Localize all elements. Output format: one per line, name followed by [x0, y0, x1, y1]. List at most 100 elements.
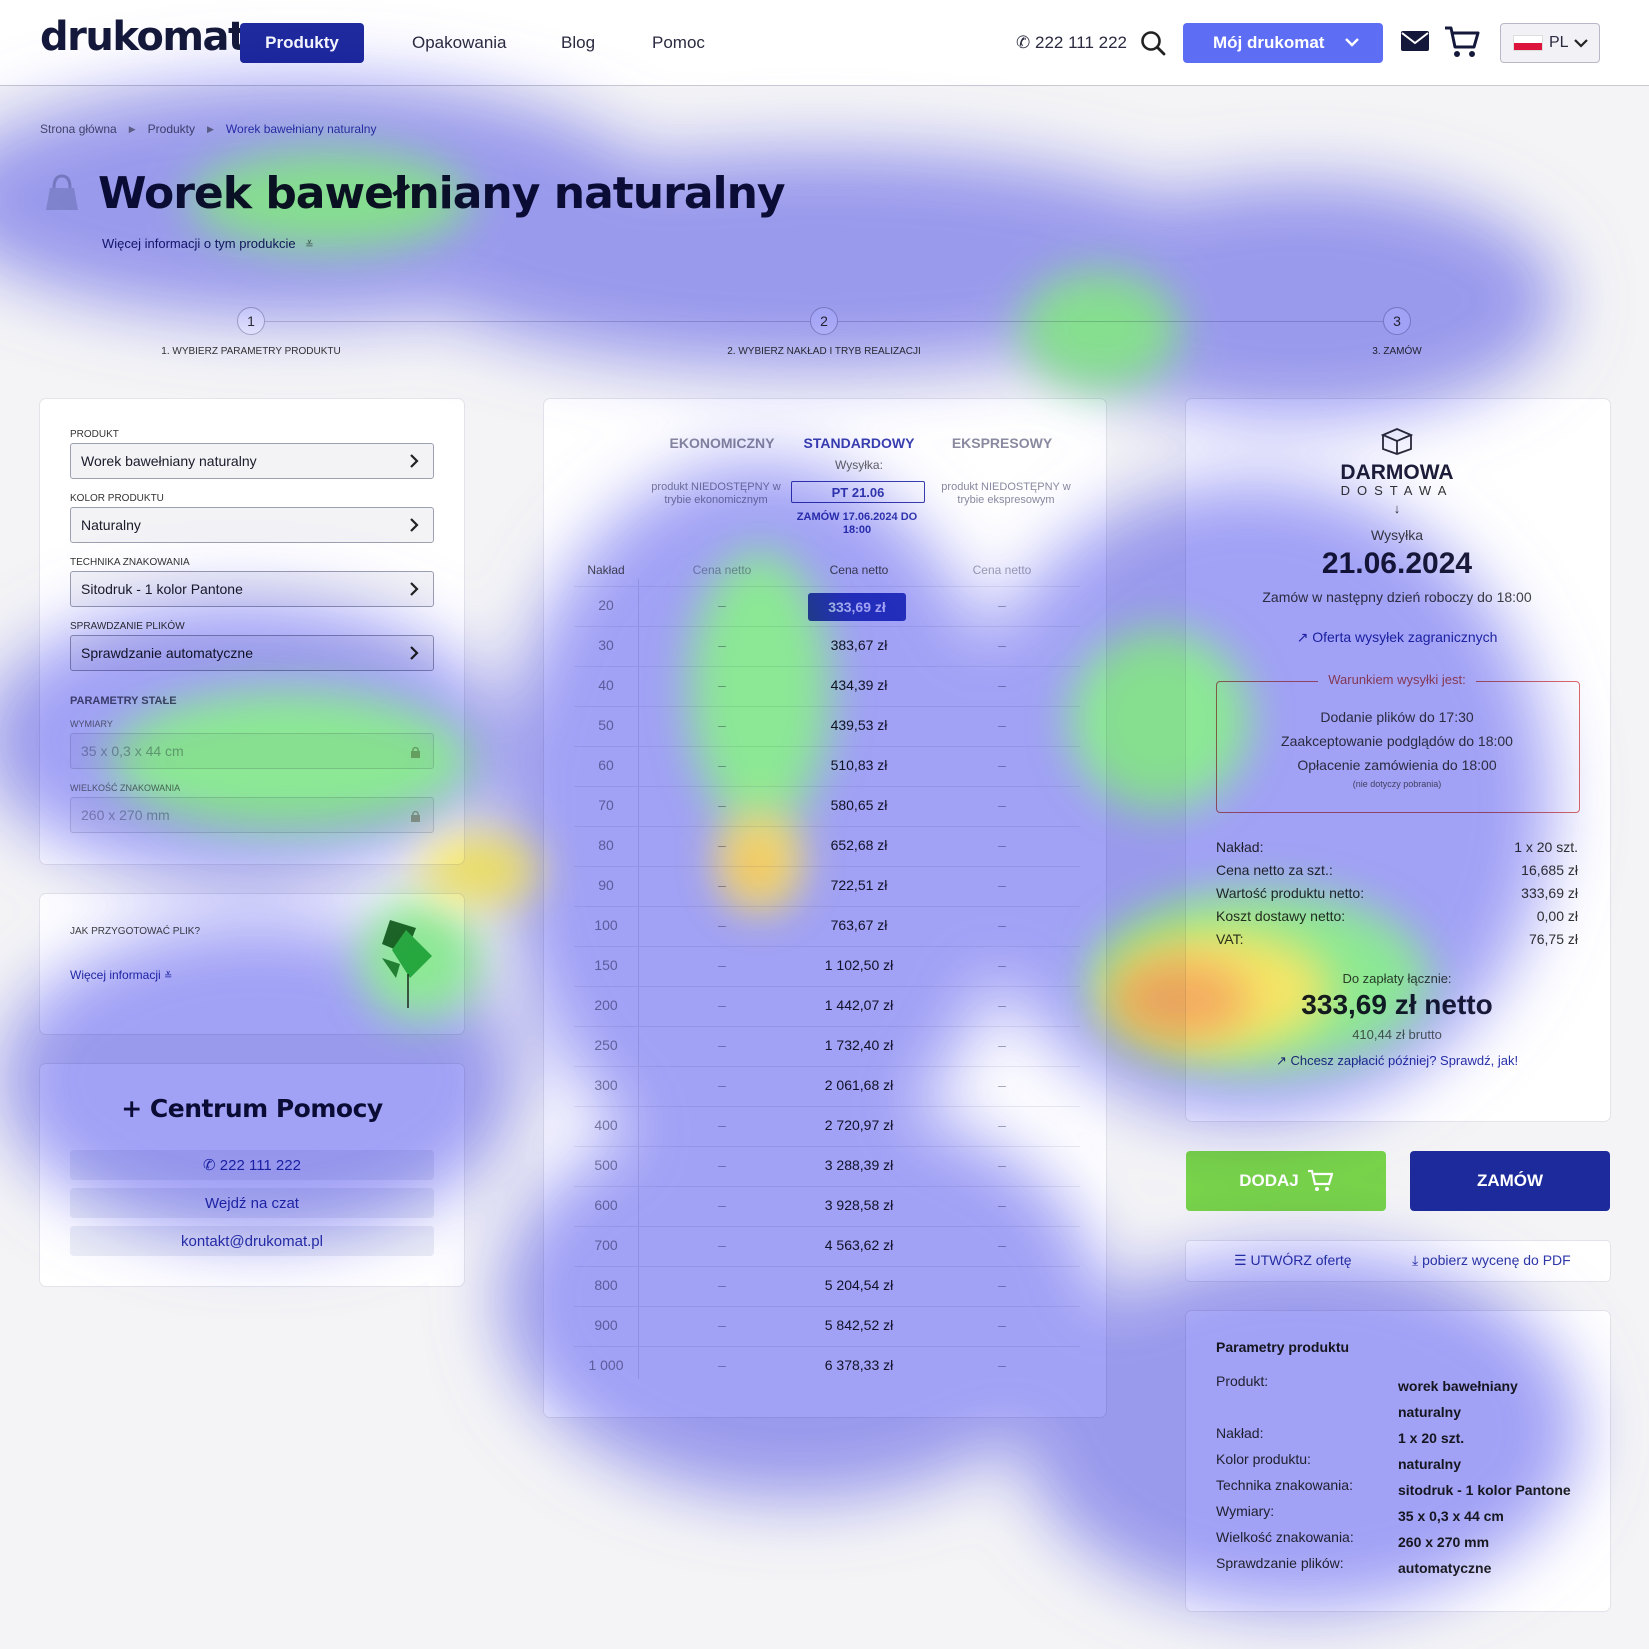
file-prep-question: JAK PRZYGOTOWAĆ PLIK?: [70, 926, 201, 937]
nav-produkty-button[interactable]: Produkty: [240, 23, 364, 63]
summary-key: Wartość produktu netto:: [1216, 885, 1365, 901]
qty-cell: 150: [594, 957, 618, 973]
product-select[interactable]: Worek bawełniany naturalny: [70, 443, 434, 479]
mode-standard-tab[interactable]: STANDARDOWY: [789, 435, 929, 451]
std-price-cell[interactable]: 439,53 zł: [789, 717, 929, 733]
std-price-cell[interactable]: 652,68 zł: [789, 837, 929, 853]
my-account-dropdown[interactable]: Mój drukomat: [1183, 23, 1383, 63]
drukomat-logo[interactable]: drukomat.: [40, 14, 261, 60]
std-price-cell[interactable]: 722,51 zł: [789, 877, 929, 893]
param-key: Sprawdzanie plików:: [1216, 1555, 1344, 1571]
header-phone-link[interactable]: ✆ 222 111 222: [1016, 33, 1127, 53]
download-pdf-label: pobierz wycenę do PDF: [1422, 1252, 1571, 1268]
step-1-circle[interactable]: 1: [237, 307, 265, 335]
eco-price-cell: –: [718, 1237, 726, 1253]
breadcrumb: Strona główna ▶ Produkty ▶ Worek bawełni…: [40, 122, 376, 136]
qty-cell: 90: [598, 877, 614, 893]
pay-later-link[interactable]: ↗ Chcesz zapłacić później? Sprawdź, jak!: [1186, 1053, 1608, 1069]
step-3-circle[interactable]: 3: [1383, 307, 1411, 335]
order-now-button[interactable]: ZAMÓW: [1410, 1151, 1610, 1211]
std-price-cell[interactable]: 1 102,50 zł: [789, 957, 929, 973]
exp-price-cell: –: [998, 1157, 1006, 1173]
nav-opakowania-link[interactable]: Opakowania: [412, 33, 507, 53]
mark-size-value: 260 x 270 mm: [81, 807, 170, 823]
delivery-subtitle: DOSTAWA: [1340, 483, 1454, 498]
std-price-cell[interactable]: 580,65 zł: [789, 797, 929, 813]
technique-select[interactable]: Sitodruk - 1 kolor Pantone: [70, 571, 434, 607]
eco-price-cell: –: [718, 597, 726, 613]
mode-economy-tab[interactable]: EKONOMICZNY: [652, 435, 792, 451]
file-check-select[interactable]: Sprawdzanie automatyczne: [70, 635, 434, 671]
international-shipping-link[interactable]: ↗ Oferta wysyłek zagranicznych: [1186, 629, 1608, 646]
help-center-title: + Centrum Pomocy: [121, 1094, 383, 1123]
std-price-cell[interactable]: 4 563,62 zł: [789, 1237, 929, 1253]
dimensions-value: 35 x 0,3 x 44 cm: [81, 743, 184, 759]
external-link-icon: ↗: [1275, 1053, 1291, 1068]
param-row: Sprawdzanie plików: automatyczne: [1216, 1555, 1578, 1576]
language-selector[interactable]: PL: [1500, 23, 1600, 63]
std-price-cell-selected[interactable]: 333,69 zł: [808, 593, 906, 621]
product-config-card: PRODUKT Worek bawełniany naturalny KOLOR…: [40, 399, 464, 864]
std-price-cell[interactable]: 383,67 zł: [789, 637, 929, 653]
nav-pomoc-link[interactable]: Pomoc: [652, 33, 705, 53]
mark-size-label: WIELKOŚĆ ZNAKOWANIA: [70, 783, 181, 793]
download-pdf-link[interactable]: ⤓ pobierz wycenę do PDF: [1412, 1252, 1571, 1269]
file-prep-more-label: Więcej informacji: [70, 968, 161, 982]
eco-price-cell: –: [718, 1357, 726, 1373]
breadcrumb-products[interactable]: Produkty: [148, 122, 195, 136]
nav-blog-link[interactable]: Blog: [561, 33, 595, 53]
std-price-cell[interactable]: 5 204,54 zł: [789, 1277, 929, 1293]
eco-price-cell: –: [718, 917, 726, 933]
mode-express-tab[interactable]: EKSPRESOWY: [932, 435, 1072, 451]
row-divider: [574, 706, 1080, 707]
breadcrumb-home[interactable]: Strona główna: [40, 122, 117, 136]
row-divider: [574, 1226, 1080, 1227]
step-2-circle[interactable]: 2: [810, 307, 838, 335]
std-price-cell[interactable]: 3 928,58 zł: [789, 1197, 929, 1213]
summary-key: Cena netto za szt.:: [1216, 862, 1333, 878]
help-chat-button[interactable]: Wejdź na czat: [70, 1188, 434, 1218]
std-price-cell[interactable]: 2 720,97 zł: [789, 1117, 929, 1133]
express-unavailable-note: produkt NIEDOSTĘPNY w trybie ekspresowym: [941, 481, 1071, 506]
std-price-cell[interactable]: 2 061,68 zł: [789, 1077, 929, 1093]
std-price-cell[interactable]: 1 442,07 zł: [789, 997, 929, 1013]
param-row: Kolor produktu: naturalny: [1216, 1451, 1578, 1472]
help-center-card: + Centrum Pomocy ✆ 222 111 222 Wejdź na …: [40, 1064, 464, 1286]
row-divider: [574, 1266, 1080, 1267]
summary-value: 333,69 zł: [1521, 885, 1578, 901]
cart-icon[interactable]: [1444, 25, 1480, 59]
dimensions-field: 35 x 0,3 x 44 cm: [70, 733, 434, 769]
create-offer-label: UTWÓRZ ofertę: [1250, 1252, 1352, 1268]
row-divider: [574, 666, 1080, 667]
qty-cell: 900: [594, 1317, 618, 1333]
create-offer-link[interactable]: ☰ UTWÓRZ ofertę: [1234, 1252, 1352, 1269]
more-product-info-link[interactable]: Więcej informacji o tym produkcie ≚: [102, 236, 314, 251]
param-key: Nakład:: [1216, 1425, 1264, 1441]
summary-row: Wartość produktu netto: 333,69 zł: [1216, 885, 1578, 901]
std-price-cell[interactable]: 1 732,40 zł: [789, 1037, 929, 1053]
qty-cell: 300: [594, 1077, 618, 1093]
help-phone-button[interactable]: ✆ 222 111 222: [70, 1150, 434, 1180]
file-prep-more-link[interactable]: Więcej informacji ≚: [70, 968, 172, 982]
color-select[interactable]: Naturalny: [70, 507, 434, 543]
std-price-cell[interactable]: 3 288,39 zł: [789, 1157, 929, 1173]
order-summary-card: DARMOWA DOSTAWA ↓ Wysyłka 21.06.2024 Zam…: [1186, 399, 1610, 1121]
help-phone-number: 222 111 222: [219, 1156, 301, 1174]
condition-payment: Opłacenie zamówienia do 18:00: [1297, 757, 1497, 773]
std-price-cell[interactable]: 434,39 zł: [789, 677, 929, 693]
page-title: Worek bawełniany naturalny: [98, 168, 786, 219]
std-price-cell[interactable]: 6 378,33 zł: [789, 1357, 929, 1373]
free-delivery-title: DARMOWA: [1340, 461, 1454, 484]
help-email-button[interactable]: kontakt@drukomat.pl: [70, 1226, 434, 1256]
std-price-cell[interactable]: 510,83 zł: [789, 757, 929, 773]
arrow-down-icon: ↓: [1393, 501, 1401, 516]
technique-field-label: TECHNIKA ZNAKOWANIA: [70, 557, 190, 568]
param-row: Wymiary: 35 x 0,3 x 44 cm: [1216, 1503, 1578, 1524]
search-icon[interactable]: [1140, 30, 1166, 56]
product-params-card: Parametry produktu Produkt: worek bawełni…: [1186, 1311, 1610, 1611]
add-to-cart-button[interactable]: DODAJ: [1186, 1151, 1386, 1211]
std-price-cell[interactable]: 763,67 zł: [789, 917, 929, 933]
std-price-cell[interactable]: 5 842,52 zł: [789, 1317, 929, 1333]
mail-icon[interactable]: [1400, 28, 1430, 54]
my-account-label: Mój drukomat: [1213, 33, 1325, 52]
